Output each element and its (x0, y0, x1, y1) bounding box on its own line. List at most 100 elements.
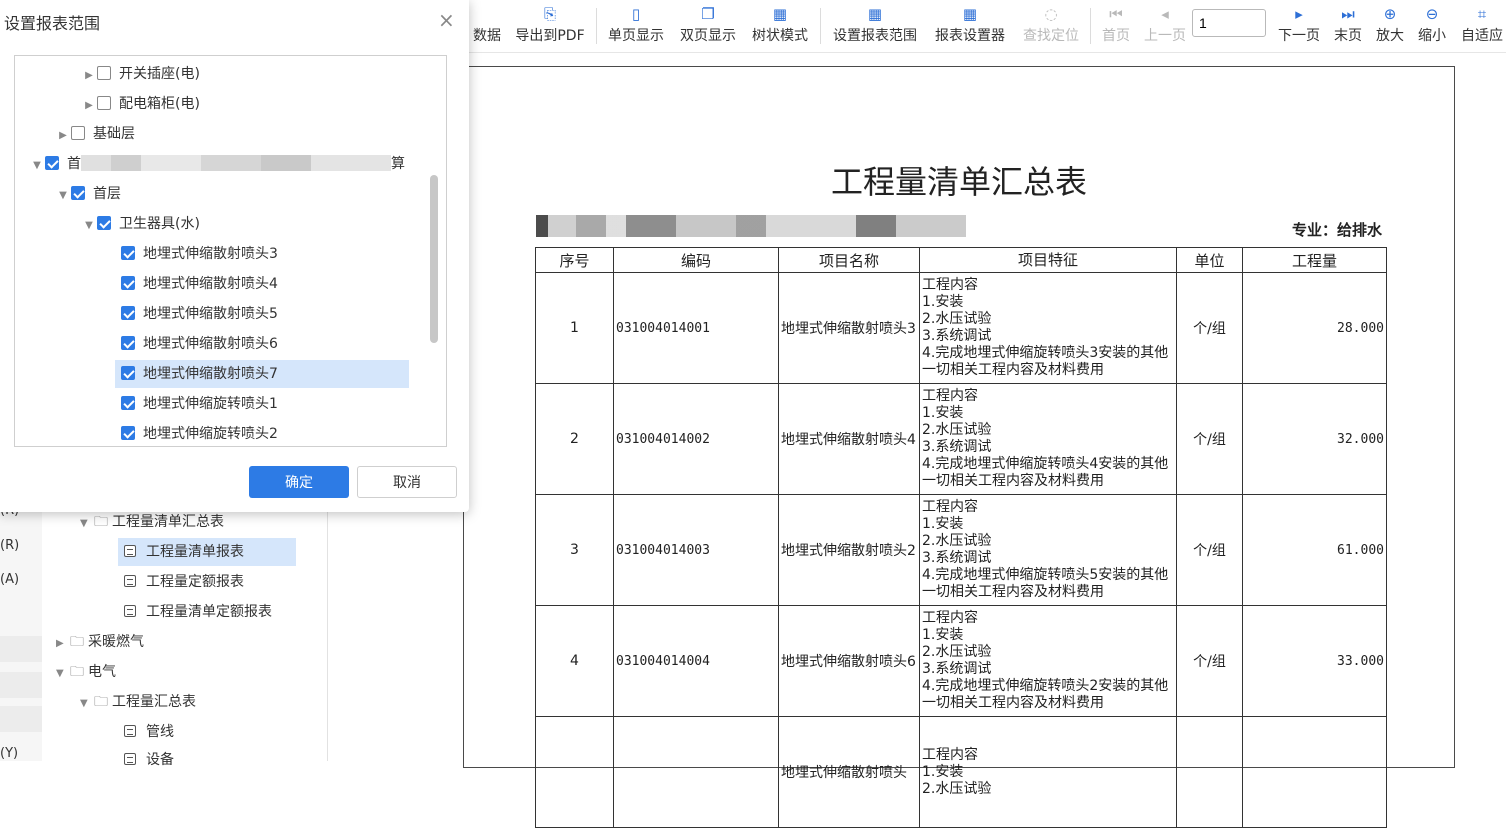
checkbox[interactable] (121, 306, 135, 320)
close-icon[interactable]: × (438, 8, 455, 32)
tree-item-bill-summary[interactable]: ▼ 🗀 工程量清单汇总表 (80, 508, 224, 536)
double-page-icon: ❐ (701, 5, 715, 23)
set-range-button[interactable]: ▦ 设置报表范围 (828, 0, 922, 50)
checkbox[interactable] (97, 66, 111, 80)
find-locate-button[interactable]: ◌ 查找定位 (1018, 0, 1084, 50)
tree-node-leaf[interactable]: 地埋式伸缩旋转喷头2 (121, 420, 278, 446)
feature-line: 1.安装 (922, 627, 964, 643)
item-features: 工程内容 1.安装 2.水压试验 (919, 716, 1177, 828)
checkbox[interactable] (121, 366, 135, 380)
tree-item-quota-report[interactable]: 工程量定额报表 (124, 568, 244, 596)
item-code: 031004014002 (613, 383, 779, 495)
document-icon (124, 753, 136, 765)
last-page-icon: ⏭ (1341, 5, 1355, 23)
checkbox[interactable] (71, 186, 85, 200)
tree-node-distribution-box[interactable]: ▶ 配电箱柜(电) (81, 90, 200, 118)
tree-node-leaf-selected[interactable]: 地埋式伸缩散射喷头7 (115, 360, 409, 388)
folder-icon: 🗀 (70, 664, 84, 680)
tree-node-leaf[interactable]: 地埋式伸缩散射喷头6 (121, 330, 278, 358)
tree-node-first-floor[interactable]: ▼ 首层 (55, 180, 121, 208)
side-menu-label[interactable]: (A) (0, 572, 19, 587)
single-page-button[interactable]: ▯ 单页显示 (604, 0, 668, 50)
tree-item-bill-quota-report[interactable]: 工程量清单定额报表 (124, 598, 272, 626)
data-icon (470, 2, 504, 26)
prev-page-button[interactable]: ◂ 上一页 (1140, 0, 1190, 50)
column-header: 序号 (535, 247, 614, 273)
chevron-down-icon: ▼ (85, 220, 93, 231)
tree-item-heating-gas[interactable]: ▶ 🗀 采暖燃气 (56, 628, 144, 656)
chevron-down-icon: ▼ (80, 518, 88, 529)
chevron-down-icon: ▼ (80, 698, 88, 709)
next-page-button[interactable]: ▸ 下一页 (1274, 0, 1324, 50)
side-menu-label[interactable]: (Y) (0, 746, 18, 761)
toolbar-divider (1090, 8, 1091, 44)
item-quantity (1242, 716, 1387, 828)
prev-page-icon: ◂ (1161, 5, 1169, 23)
checkbox[interactable] (121, 336, 135, 350)
first-page-button[interactable]: ⏮ 首页 (1098, 0, 1134, 50)
tree-item-quantity-summary[interactable]: ▼ 🗀 工程量汇总表 (80, 688, 196, 716)
feature-line: 3.系统调试 (922, 550, 992, 566)
last-page-button[interactable]: ⏭ 末页 (1330, 0, 1366, 50)
data-button[interactable]: 数据 (470, 0, 504, 50)
double-page-button[interactable]: ❐ 双页显示 (676, 0, 740, 50)
tree-item-equipment[interactable]: 设备 (124, 746, 174, 774)
item-code: 031004014001 (613, 272, 779, 384)
feature-line: 1.安装 (922, 294, 964, 310)
chevron-down-icon: ▼ (59, 190, 67, 201)
feature-line: 4.完成地埋式伸缩旋转喷头3安装的其他一切相关工程内容及材料费用 (922, 345, 1169, 378)
tree-node-leaf[interactable]: 地埋式伸缩旋转喷头1 (121, 390, 278, 418)
feature-line: 1.安装 (922, 763, 964, 780)
side-menu-bar (0, 672, 42, 698)
checkbox[interactable] (45, 156, 59, 170)
checkbox[interactable] (121, 396, 135, 410)
item-quantity: 61.000 (1242, 494, 1387, 606)
tree-node-sanitary-ware[interactable]: ▼ 卫生器具(水) (81, 210, 200, 238)
tree-node-leaf[interactable]: 地埋式伸缩散射喷头4 (121, 270, 278, 298)
fit-button[interactable]: ⌗ 自适应 (1458, 0, 1506, 50)
item-unit: 个/组 (1176, 605, 1243, 717)
tree-item-bill-report[interactable]: 工程量清单报表 (118, 538, 296, 566)
feature-line: 2.水压试验 (922, 422, 992, 438)
checkbox[interactable] (121, 426, 135, 440)
column-header: 编码 (613, 247, 779, 273)
tree-item-electrical[interactable]: ▼ 🗀 电气 (56, 658, 116, 686)
tree-node-switch-socket[interactable]: ▶ 开关插座(电) (81, 60, 200, 88)
tree-node-foundation[interactable]: ▶ 基础层 (55, 120, 135, 148)
checkbox[interactable] (71, 126, 85, 140)
feature-line: 2.水压试验 (922, 311, 992, 327)
item-features: 工程内容 1.安装 2.水压试验 3.系统调试 4.完成地埋式伸缩旋转喷头4安装的其他一… (919, 383, 1177, 495)
zoom-in-button[interactable]: ⊕ 放大 (1372, 0, 1408, 50)
checkbox[interactable] (97, 96, 111, 110)
report-settings-button[interactable]: ▦ 报表设置器 (930, 0, 1010, 50)
tree-node-project[interactable]: ▼ 首算 (29, 150, 405, 178)
tree-item-pipelines[interactable]: 管线 (124, 718, 174, 746)
item-name: 地埋式伸缩散射喷头4 (778, 383, 920, 495)
chevron-down-icon: ▼ (56, 668, 64, 679)
tree-mode-button[interactable]: ▦ 树状模式 (748, 0, 812, 50)
item-name: 地埋式伸缩散射喷头 (778, 716, 920, 828)
tree-node-leaf[interactable]: 地埋式伸缩散射喷头3 (121, 240, 278, 268)
item-features: 工程内容 1.安装 2.水压试验 3.系统调试 4.完成地埋式伸缩旋转喷头3安装的其他一… (919, 272, 1177, 384)
zoom-out-button[interactable]: ⊖ 缩小 (1414, 0, 1450, 50)
single-page-icon: ▯ (631, 5, 641, 23)
tree-mode-icon: ▦ (772, 5, 788, 23)
checkbox[interactable] (121, 276, 135, 290)
item-name: 地埋式伸缩散射喷头6 (778, 605, 920, 717)
tree-scrollbar[interactable] (430, 175, 438, 343)
checkbox[interactable] (121, 246, 135, 260)
tree-node-leaf[interactable]: 地埋式伸缩散射喷头5 (121, 300, 278, 328)
feature-line: 3.系统调试 (922, 439, 992, 455)
side-menu-label[interactable]: (R) (0, 538, 19, 553)
chevron-right-icon: ▶ (85, 70, 93, 81)
page-number-input[interactable] (1192, 9, 1266, 37)
confirm-button[interactable]: 确定 (249, 466, 349, 498)
checkbox[interactable] (97, 216, 111, 230)
export-pdf-button[interactable]: ⎘ 导出到PDF (512, 0, 588, 50)
table-row: 2 031004014002 地埋式伸缩散射喷头4 工程内容 1.安装 2.水压试验 3.系… (535, 383, 1387, 495)
row-number: 4 (535, 605, 614, 717)
cancel-button[interactable]: 取消 (357, 466, 457, 498)
feature-line: 工程内容 (922, 277, 978, 293)
report-settings-icon: ▦ (962, 5, 978, 23)
zoom-out-icon: ⊖ (1425, 5, 1439, 23)
